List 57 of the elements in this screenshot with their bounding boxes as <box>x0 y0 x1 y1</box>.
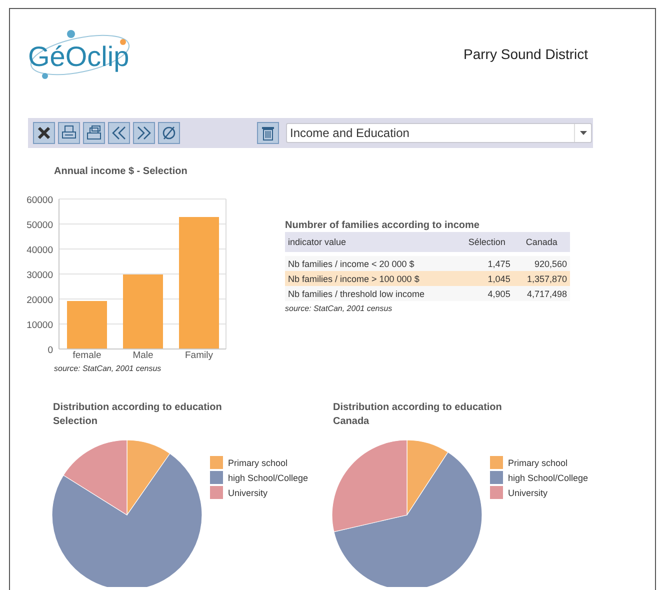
close-button[interactable] <box>33 122 55 144</box>
axis-tick-label: 0 <box>48 345 53 356</box>
clear-button[interactable] <box>158 122 180 144</box>
print-button[interactable] <box>58 122 80 144</box>
axis-tick-label: 30000 <box>26 270 53 281</box>
legend-label: high School/College <box>508 472 588 482</box>
printer-icon <box>61 125 77 141</box>
column-header: indicator value <box>285 232 460 252</box>
table-cell: 4,717,498 <box>513 286 570 301</box>
printers-icon <box>86 125 102 141</box>
table-cell: 1,045 <box>460 271 514 286</box>
legend-label: Primary school <box>508 458 568 468</box>
axis-tick-label: 60000 <box>26 195 53 206</box>
table-cell: Nb families / income > 100 000 $ <box>285 271 460 286</box>
table-cell: 1,357,870 <box>513 271 570 286</box>
table-row[interactable]: Nb families / income > 100 000 $ 1,045 1,357,870 <box>285 271 570 286</box>
legend-label: Primary school <box>228 458 288 468</box>
axis-tick-label: 40000 <box>26 245 53 256</box>
delete-button[interactable] <box>257 122 279 144</box>
table-cell: 1,475 <box>460 256 514 271</box>
chart-title: Distribution according to education <box>53 401 223 415</box>
double-left-icon <box>111 125 127 141</box>
print-all-button[interactable] <box>83 122 105 144</box>
place-title: Parry Sound District <box>464 46 588 62</box>
empty-set-icon <box>161 125 177 141</box>
axis-category-label: female <box>72 350 102 361</box>
table-cell: 920,560 <box>513 256 570 271</box>
trash-icon <box>261 125 275 141</box>
column-header: Sélection <box>460 232 514 252</box>
caret-icon <box>580 131 586 135</box>
column-header: Canada <box>513 232 570 252</box>
axis-tick-label: 50000 <box>26 220 53 231</box>
chart-title: Annual income $ - Selection <box>54 166 188 177</box>
table-row[interactable]: Nb families / threshold low income 4,905 4,717,498 <box>285 286 570 301</box>
double-right-icon <box>136 125 152 141</box>
chart-title: Distribution according to education <box>333 401 503 415</box>
next-button[interactable] <box>133 122 155 144</box>
axis-category-label: Family <box>185 350 213 361</box>
legend-label: high School/College <box>228 472 308 482</box>
source-note: source: StatCan, 2001 census <box>285 304 394 313</box>
legend-label: University <box>228 488 268 498</box>
table-cell: Nb families / income < 20 000 $ <box>285 256 460 271</box>
chart-title: Selection <box>53 415 98 429</box>
axis-tick-label: 10000 <box>26 320 53 331</box>
table-title: Numbrer of families according to income <box>285 220 480 231</box>
table-cell: Nb families / threshold low income <box>285 286 460 301</box>
axis-category-label: Male <box>132 350 154 361</box>
legend-label: University <box>508 488 548 498</box>
previous-button[interactable] <box>108 122 130 144</box>
bar <box>67 301 107 349</box>
theme-select[interactable]: Income and Education <box>286 123 592 143</box>
source-note: source: StatCan, 2001 census <box>54 364 162 373</box>
axis-tick-label: 20000 <box>26 295 53 306</box>
chart-title: Canada <box>333 415 370 429</box>
close-icon <box>37 126 51 140</box>
table-row[interactable]: Nb families / income < 20 000 $ 1,475 920,560 <box>285 256 570 271</box>
table-cell: 4,905 <box>460 286 514 301</box>
